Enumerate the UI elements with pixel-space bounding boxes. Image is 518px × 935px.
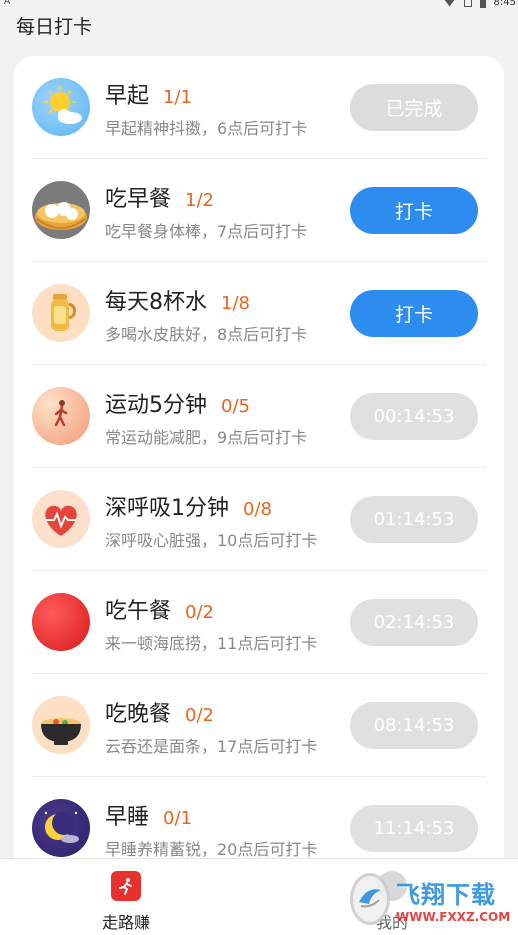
check-in-button[interactable]: 打卡 — [350, 187, 478, 234]
task-title-line: 早睡 0/1 — [105, 799, 192, 831]
task-row-wake-up: 早起 1/1 早起精神抖擞，6点后可打卡 已完成 — [32, 56, 486, 159]
countdown-button[interactable]: 11:14:53 — [350, 805, 478, 852]
task-count: 0/8 — [243, 499, 272, 520]
task-title-line: 每天8杯水 1/8 — [105, 284, 250, 316]
runner-icon — [32, 387, 90, 445]
task-title-line: 吃晚餐 0/2 — [105, 696, 214, 728]
task-title: 早睡 — [105, 805, 150, 830]
task-title-line: 深呼吸1分钟 0/8 — [105, 490, 272, 522]
watermark-name: 飞翔下载 — [396, 880, 496, 909]
task-count: 0/5 — [221, 396, 250, 417]
task-desc: 来一顿海底捞，11点后可打卡 — [105, 634, 318, 653]
task-row-dinner: 吃晚餐 0/2 云吞还是面条，17点后可打卡 08:14:53 — [32, 674, 486, 777]
status-right: 8:45 — [443, 0, 516, 8]
task-row-breakfast: 吃早餐 1/2 吃早餐身体棒，7点后可打卡 打卡 — [32, 159, 486, 262]
task-title: 吃早餐 — [105, 187, 172, 212]
task-count: 0/2 — [185, 705, 214, 726]
moon-icon — [32, 799, 90, 857]
task-list-card: 早起 1/1 早起精神抖擞，6点后可打卡 已完成 吃早餐 1/2 吃早餐身体棒，… — [14, 56, 504, 896]
thermos-icon — [32, 284, 90, 342]
task-row-breathing: 深呼吸1分钟 0/8 深呼吸心脏强，10点后可打卡 01:14:53 — [32, 468, 486, 571]
wifi-icon — [443, 0, 456, 7]
task-desc: 早睡养精蓄锐，20点后可打卡 — [105, 840, 318, 859]
task-title-line: 吃早餐 1/2 — [105, 181, 214, 213]
task-desc: 深呼吸心脏强，10点后可打卡 — [105, 531, 318, 550]
countdown-button[interactable]: 08:14:53 — [350, 702, 478, 749]
status-time: 8:45 — [493, 0, 516, 8]
countdown-button[interactable]: 02:14:53 — [350, 599, 478, 646]
task-title-line: 吃午餐 0/2 — [105, 593, 214, 625]
task-row-exercise: 运动5分钟 0/5 常运动能减肥，9点后可打卡 00:14:53 — [32, 365, 486, 468]
no-sim-icon — [463, 0, 472, 7]
site-watermark: 飞翔下载 WWW.FXXZ.COM — [350, 868, 510, 930]
status-app-indicator: A — [4, 0, 11, 7]
task-title: 吃午餐 — [105, 599, 172, 624]
completed-button[interactable]: 已完成 — [350, 84, 478, 131]
task-desc: 常运动能减肥，9点后可打卡 — [105, 428, 308, 447]
runner-icon — [111, 871, 141, 901]
red-circle-icon — [32, 593, 90, 651]
task-title: 运动5分钟 — [105, 393, 207, 418]
task-title-line: 运动5分钟 0/5 — [105, 387, 250, 419]
task-title: 深呼吸1分钟 — [105, 496, 229, 521]
task-count: 1/2 — [185, 190, 214, 211]
status-bar: A 8:45 — [0, 0, 518, 10]
sun-cloud-icon — [32, 78, 90, 136]
watermark-text: 飞翔下载 WWW.FXXZ.COM — [396, 875, 510, 924]
countdown-button[interactable]: 01:14:53 — [350, 496, 478, 543]
steamed-buns-icon — [32, 181, 90, 239]
page-title: 每日打卡 — [16, 16, 93, 38]
countdown-button[interactable]: 00:14:53 — [350, 393, 478, 440]
task-title-line: 早起 1/1 — [105, 78, 192, 110]
task-count: 0/1 — [163, 808, 192, 829]
task-count: 1/1 — [163, 87, 192, 108]
task-count: 1/8 — [221, 293, 250, 314]
task-title: 吃晚餐 — [105, 702, 172, 727]
task-desc: 云吞还是面条，17点后可打卡 — [105, 737, 318, 756]
nav-walk-earn[interactable]: 走路赚 — [76, 871, 176, 933]
nav-walk-label: 走路赚 — [101, 913, 150, 932]
watermark-logo-icon — [350, 873, 390, 925]
check-in-button[interactable]: 打卡 — [350, 290, 478, 337]
noodle-bowl-icon — [32, 696, 90, 754]
heart-icon — [32, 490, 90, 548]
task-title: 早起 — [105, 84, 150, 109]
task-desc: 多喝水皮肤好，8点后可打卡 — [105, 325, 308, 344]
task-desc: 吃早餐身体棒，7点后可打卡 — [105, 222, 308, 241]
task-title: 每天8杯水 — [105, 290, 207, 315]
watermark-url: WWW.FXXZ.COM — [396, 909, 511, 924]
task-row-water: 每天8杯水 1/8 多喝水皮肤好，8点后可打卡 打卡 — [32, 262, 486, 365]
battery-icon — [479, 0, 486, 8]
task-desc: 早起精神抖擞，6点后可打卡 — [105, 119, 308, 138]
task-count: 0/2 — [185, 602, 214, 623]
task-row-lunch: 吃午餐 0/2 来一顿海底捞，11点后可打卡 02:14:53 — [32, 571, 486, 674]
